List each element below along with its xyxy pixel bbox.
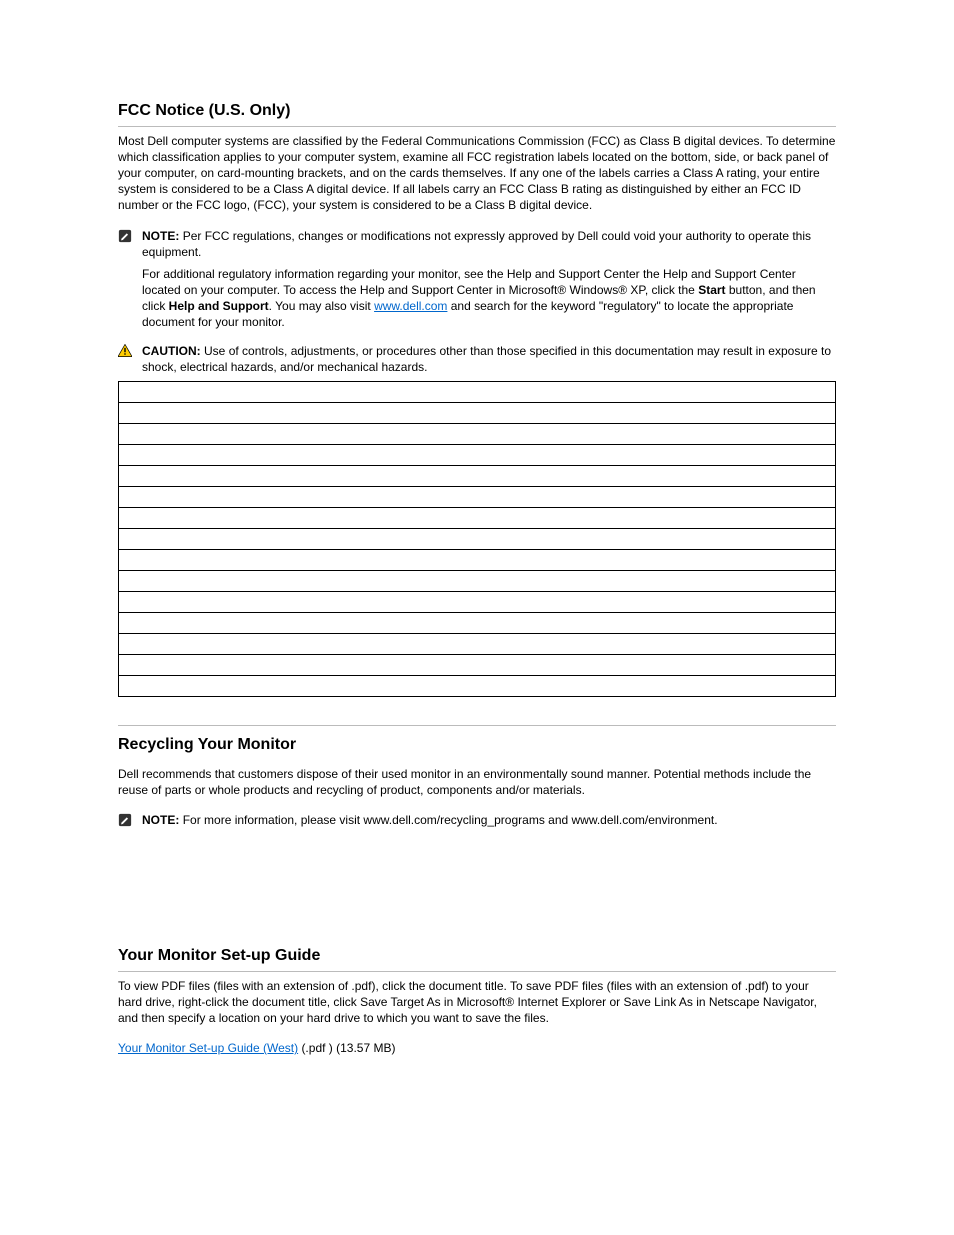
caution-row: CAUTION: Use of controls, adjustments, o…	[118, 343, 836, 375]
note-content: Per FCC regulations, changes or modifica…	[142, 229, 811, 259]
table-row	[119, 550, 836, 571]
recycling-body: Dell recommends that customers dispose o…	[118, 766, 836, 798]
fcc-notice-body: Most Dell computer systems are classifie…	[118, 133, 836, 214]
caution-text: CAUTION: Use of controls, adjustments, o…	[142, 343, 836, 375]
note-icon	[118, 229, 136, 247]
setup-guide-body: To view PDF files (files with an extensi…	[118, 978, 836, 1027]
table-row	[119, 655, 836, 676]
divider	[118, 725, 836, 726]
setup-guide-heading: Your Monitor Set-up Guide	[118, 945, 836, 972]
table-row	[119, 613, 836, 634]
note-icon	[118, 813, 136, 831]
table-row	[119, 424, 836, 445]
table-row	[119, 382, 836, 403]
note-label: NOTE:	[142, 813, 179, 827]
table-row	[119, 508, 836, 529]
fcc-notice-heading: FCC Notice (U.S. Only)	[118, 100, 836, 127]
setup-guide-section: Your Monitor Set-up Guide To view PDF fi…	[118, 855, 836, 1056]
table-row	[119, 403, 836, 424]
table-row	[119, 634, 836, 655]
caution-icon	[118, 344, 136, 361]
recycling-note-row: NOTE: For more information, please visit…	[118, 812, 836, 831]
table-row	[119, 466, 836, 487]
empty-table	[118, 381, 836, 697]
table-row	[119, 592, 836, 613]
table-row	[119, 676, 836, 697]
recycling-note-text: NOTE: For more information, please visit…	[142, 812, 836, 828]
setup-guide-link[interactable]: Your Monitor Set-up Guide (West)	[118, 1041, 298, 1055]
note-row: NOTE: Per FCC regulations, changes or mo…	[118, 228, 836, 260]
table-row	[119, 445, 836, 466]
table-row	[119, 487, 836, 508]
note-text: NOTE: Per FCC regulations, changes or mo…	[142, 228, 836, 260]
caution-label: CAUTION:	[142, 344, 201, 358]
caution-content: Use of controls, adjustments, or procedu…	[142, 344, 831, 374]
table-row	[119, 571, 836, 592]
note-content: For more information, please visit www.d…	[183, 813, 718, 827]
setup-guide-size: (.pdf ) (13.57 MB)	[301, 1041, 395, 1055]
fcc-notice-section: FCC Notice (U.S. Only) Most Dell compute…	[118, 100, 836, 697]
recycling-heading: Recycling Your Monitor	[118, 734, 836, 760]
setup-guide-link-line: Your Monitor Set-up Guide (West) (.pdf )…	[118, 1040, 836, 1056]
dell-link[interactable]: www.dell.com	[374, 299, 447, 313]
note-label: NOTE:	[142, 229, 179, 243]
table-row	[119, 529, 836, 550]
fcc-para-2: For additional regulatory information re…	[142, 266, 836, 331]
recycling-section: Recycling Your Monitor Dell recommends t…	[118, 734, 836, 831]
